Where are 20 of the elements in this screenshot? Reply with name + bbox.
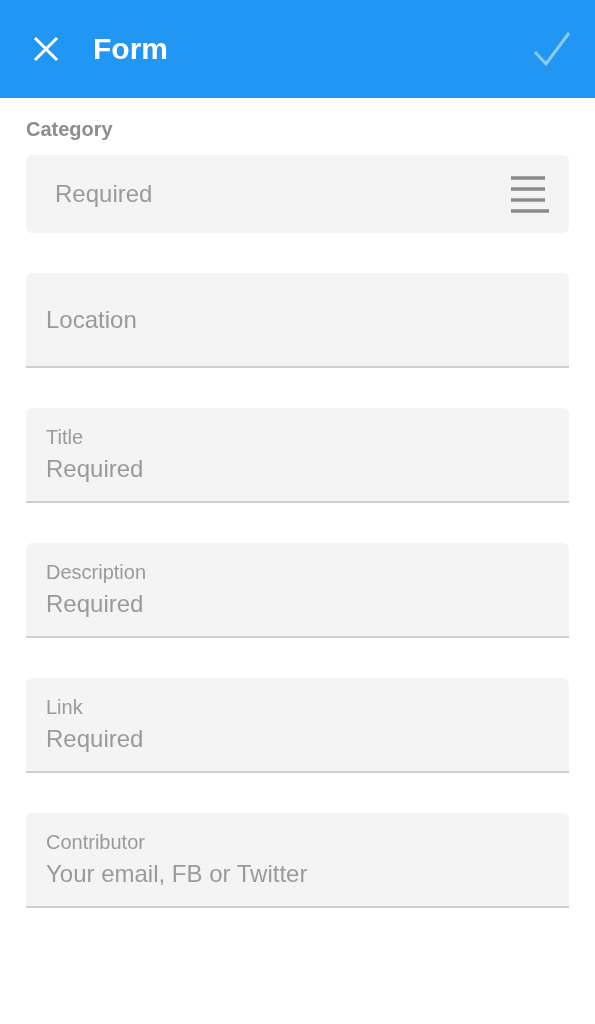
text-field[interactable]: Location: [26, 273, 569, 368]
category-label: Category: [26, 118, 114, 141]
input-field[interactable]: Location: [46, 305, 549, 334]
text-field[interactable]: Link Required: [26, 678, 569, 773]
field-label: Link: [46, 696, 84, 719]
text-field[interactable]: Description Required: [26, 543, 569, 638]
category-select[interactable]: Required: [26, 155, 569, 233]
text-field[interactable]: Contributor Your email, FB or Twitter: [26, 813, 569, 908]
text-field[interactable]: Title Required: [26, 408, 569, 503]
close-icon[interactable]: [32, 35, 60, 63]
app-title: Form: [93, 32, 169, 66]
input-field[interactable]: Required: [46, 449, 549, 483]
field-label: Title: [46, 426, 85, 449]
select-field[interactable]: Required: [53, 179, 509, 209]
list-icon: [509, 175, 549, 213]
input-field[interactable]: Your email, FB or Twitter: [46, 854, 549, 888]
field-label: Contributor: [46, 831, 146, 854]
input-field[interactable]: Required: [46, 584, 549, 618]
field-label: Description: [46, 561, 148, 584]
input-field[interactable]: Required: [46, 719, 549, 753]
